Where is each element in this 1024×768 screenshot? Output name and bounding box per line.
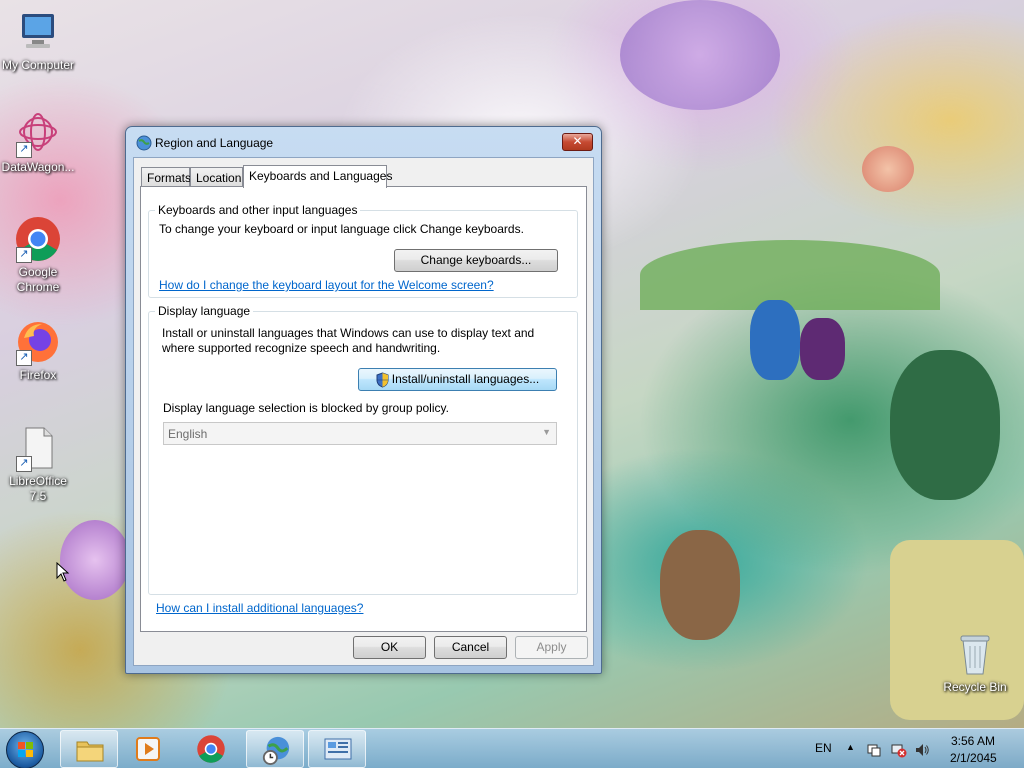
recycle-bin-icon <box>951 630 999 678</box>
wallpaper-shape <box>890 350 1000 500</box>
display-language-group: Display language Install or uninstall la… <box>148 304 578 595</box>
action-center-icon[interactable] <box>866 742 882 758</box>
start-button[interactable] <box>6 731 44 768</box>
chrome-icon: ↗ <box>14 215 62 263</box>
wallpaper-shape <box>640 240 940 310</box>
ok-button[interactable]: OK <box>353 636 426 659</box>
keyboards-description: To change your keyboard or input languag… <box>159 222 524 236</box>
windows-logo-icon <box>18 742 33 757</box>
desktop-icon-recycle-bin[interactable]: Recycle Bin <box>937 630 1013 695</box>
shortcut-arrow-icon: ↗ <box>16 456 32 472</box>
close-button[interactable]: ✕ <box>562 133 593 151</box>
change-keyboards-button[interactable]: Change keyboards... <box>394 249 558 272</box>
taskbar-control-panel-button[interactable] <box>308 730 366 768</box>
keyboards-group-title: Keyboards and other input languages <box>155 203 361 217</box>
wallpaper-shape <box>660 530 740 640</box>
dialog-client-area: Formats Location Keyboards and Languages… <box>133 157 594 666</box>
region-language-dialog: Region and Language ✕ Formats Location K… <box>125 126 602 674</box>
tab-location[interactable]: Location <box>190 167 243 187</box>
desktop-icon-label: Recycle Bin <box>943 680 1007 694</box>
taskbar-media-player-button[interactable] <box>120 730 178 768</box>
control-panel-icon <box>324 738 352 760</box>
clock-time[interactable]: 3:56 AM <box>951 734 995 748</box>
shortcut-arrow-icon: ↗ <box>16 350 32 366</box>
uac-shield-icon <box>376 372 389 388</box>
document-icon: ↗ <box>14 424 62 472</box>
display-language-description-line1: Install or uninstall languages that Wind… <box>162 326 535 340</box>
desktop-icon-firefox[interactable]: ↗ Firefox <box>0 318 76 383</box>
title-bar[interactable]: Region and Language ✕ <box>126 127 601 157</box>
taskbar: EN ▲ 3:56 AM 2/1/2045 <box>0 728 1024 768</box>
desktop-icon-label: My Computer <box>1 58 75 72</box>
taskbar-explorer-button[interactable] <box>60 730 118 768</box>
install-uninstall-languages-button[interactable]: Install/uninstall languages... <box>358 368 557 391</box>
wallpaper-shape <box>60 520 130 600</box>
dropdown-arrow-icon: ▼ <box>542 427 551 437</box>
cancel-button[interactable]: Cancel <box>434 636 507 659</box>
media-player-icon <box>136 737 160 761</box>
clock-date[interactable]: 2/1/2045 <box>950 751 997 765</box>
tab-formats[interactable]: Formats <box>141 167 191 187</box>
taskbar-chrome-button[interactable] <box>182 730 240 768</box>
desktop-icon-datawagon[interactable]: ↗ DataWagon... <box>0 110 76 175</box>
tab-keyboards-and-languages[interactable]: Keyboards and Languages <box>243 165 392 188</box>
language-indicator[interactable]: EN <box>815 741 832 755</box>
chrome-icon <box>197 735 225 763</box>
group-policy-note: Display language selection is blocked by… <box>163 401 449 415</box>
network-warning-icon[interactable] <box>891 742 907 758</box>
show-hidden-icons-button[interactable]: ▲ <box>846 742 855 752</box>
firefox-icon: ↗ <box>14 318 62 366</box>
mouse-cursor-icon <box>56 562 70 582</box>
install-uninstall-label: Install/uninstall languages... <box>391 372 540 386</box>
wallpaper-shape <box>750 300 800 380</box>
desktop-icon-my-computer[interactable]: My Computer <box>0 8 76 73</box>
desktop-icon-label: Google Chrome <box>16 265 60 294</box>
desktop-icon-label: Firefox <box>19 368 57 382</box>
desktop-icon-label: DataWagon... <box>1 160 75 174</box>
welcome-screen-keyboard-link[interactable]: How do I change the keyboard layout for … <box>159 278 494 293</box>
display-language-select: English ▼ <box>163 422 557 445</box>
folder-icon <box>76 741 104 762</box>
taskbar-region-language-button[interactable] <box>246 730 304 768</box>
display-language-selected-value: English <box>168 427 208 441</box>
window-title: Region and Language <box>155 136 274 150</box>
shortcut-arrow-icon: ↗ <box>16 247 32 263</box>
wallpaper-shape <box>620 0 780 110</box>
display-language-description-line2: where supported recognize speech and han… <box>162 341 441 355</box>
desktop-icon-label: LibreOffice 7.5 <box>9 474 67 503</box>
computer-icon <box>14 8 62 56</box>
globe-clock-icon <box>136 135 152 151</box>
additional-languages-link[interactable]: How can I install additional languages? <box>156 601 363 616</box>
desktop-icon-google-chrome[interactable]: ↗ Google Chrome <box>0 215 76 295</box>
apply-button[interactable]: Apply <box>515 636 588 659</box>
desktop-icon-libreoffice[interactable]: ↗ LibreOffice 7.5 <box>0 424 76 504</box>
shortcut-arrow-icon: ↗ <box>16 142 32 158</box>
globe-clock-icon <box>262 736 290 765</box>
wallpaper-shape <box>862 146 914 192</box>
tab-page-keyboards: Keyboards and other input languages To c… <box>140 186 587 632</box>
datawagon-icon: ↗ <box>14 110 62 158</box>
keyboards-group: Keyboards and other input languages To c… <box>148 203 578 298</box>
volume-icon[interactable] <box>914 742 930 758</box>
display-language-group-title: Display language <box>155 304 254 318</box>
wallpaper-shape <box>800 318 845 380</box>
